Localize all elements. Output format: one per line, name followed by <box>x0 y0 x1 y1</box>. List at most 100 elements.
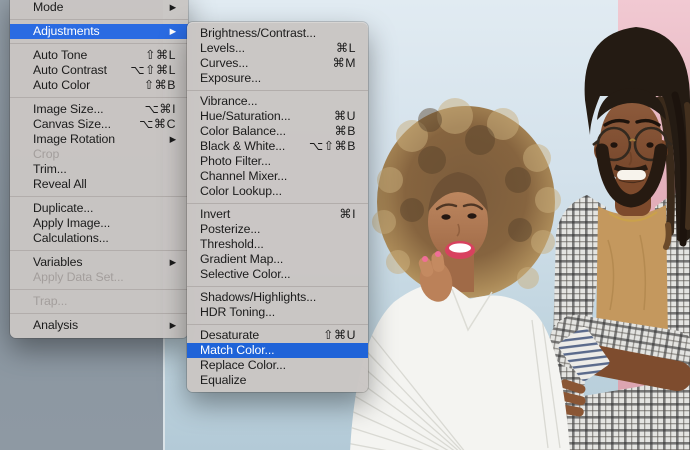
menu-item-label: Image Size... <box>33 102 104 116</box>
menu-item-hue-saturation[interactable]: Hue/Saturation... ⌘U <box>187 109 368 124</box>
menu-item-label: Black & White... <box>200 139 286 153</box>
menu-separator <box>187 285 368 287</box>
menu-item-hdr-toning[interactable]: HDR Toning... <box>187 305 368 320</box>
menu-item-analysis[interactable]: Analysis ▶ <box>10 318 188 333</box>
menu-separator <box>10 313 188 314</box>
submenu-arrow-icon: ▶ <box>169 134 177 144</box>
menu-item-label: HDR Toning... <box>200 305 276 319</box>
menu-item-shadows-highlights[interactable]: Shadows/Highlights... <box>187 290 368 305</box>
menu-item-desaturate[interactable]: Desaturate ⇧⌘U <box>187 328 368 343</box>
menu-item-label: Channel Mixer... <box>200 169 288 183</box>
menu-item-label: Crop <box>33 147 60 161</box>
menu-item-label: Photo Filter... <box>200 154 271 168</box>
menu-item-brightness-contrast[interactable]: Brightness/Contrast... <box>187 26 368 41</box>
menu-separator <box>187 323 368 325</box>
menu-item-adjustments[interactable]: Adjustments ▶ <box>10 24 188 39</box>
menu-item-shortcut: ⇧⌘U <box>323 328 356 342</box>
menu-item-image-rotation[interactable]: Image Rotation ▶ <box>10 132 188 147</box>
menu-item-label: Apply Image... <box>33 216 111 230</box>
menu-item-levels[interactable]: Levels... ⌘L <box>187 41 368 56</box>
menu-item-shortcut: ⌘L <box>335 41 356 55</box>
submenu-arrow-icon: ▶ <box>169 26 177 36</box>
man <box>549 27 690 450</box>
menu-item-label: Invert <box>200 207 231 221</box>
menu-item-shortcut: ⌥⇧⌘L <box>130 63 176 77</box>
menu-item-image-size[interactable]: Image Size... ⌥⌘I <box>10 102 188 117</box>
menu-item-shortcut: ⌥⇧⌘B <box>309 139 356 153</box>
menu-item-label: Auto Tone <box>33 48 88 62</box>
menu-item-label: Posterize... <box>200 222 261 236</box>
menu-item-auto-tone[interactable]: Auto Tone ⇧⌘L <box>10 48 188 63</box>
menu-item-label: Mode <box>33 0 64 14</box>
menu-item-auto-color[interactable]: Auto Color ⇧⌘B <box>10 78 188 93</box>
menu-item-variables[interactable]: Variables ▶ <box>10 255 188 270</box>
menu-item-selective-color[interactable]: Selective Color... <box>187 267 368 282</box>
menu-item-threshold[interactable]: Threshold... <box>187 237 368 252</box>
menu-item-auto-contrast[interactable]: Auto Contrast ⌥⇧⌘L <box>10 63 188 78</box>
menu-item-label: Duplicate... <box>33 201 94 215</box>
menu-item-shortcut: ⇧⌘L <box>145 48 176 62</box>
menu-item-label: Levels... <box>200 41 245 55</box>
man-smile <box>617 170 646 180</box>
menu-item-label: Trap... <box>33 294 68 308</box>
menu-item-calculations[interactable]: Calculations... <box>10 231 188 246</box>
menu-item-label: Adjustments <box>33 24 100 38</box>
menu-item-trim[interactable]: Trim... <box>10 162 188 177</box>
adjustments-submenu-panel: Brightness/Contrast... Levels... ⌘L Curves.… <box>187 22 368 392</box>
menu-item-apply-data-set: Apply Data Set... <box>10 270 188 285</box>
menu-item-duplicate[interactable]: Duplicate... <box>10 201 188 216</box>
menu-item-shortcut: ⌘M <box>332 56 356 70</box>
menu-item-gradient-map[interactable]: Gradient Map... <box>187 252 368 267</box>
menu-item-label: Auto Contrast <box>33 63 107 77</box>
menu-item-label: Variables <box>33 255 83 269</box>
menu-item-label: Reveal All <box>33 177 87 191</box>
menu-item-shortcut: ⌘I <box>339 207 356 221</box>
menu-item-exposure[interactable]: Exposure... <box>187 71 368 86</box>
submenu-arrow-icon: ▶ <box>169 2 177 12</box>
menu-item-invert[interactable]: Invert ⌘I <box>187 207 368 222</box>
menu-item-label: Color Balance... <box>200 124 286 138</box>
menu-item-color-lookup[interactable]: Color Lookup... <box>187 184 368 199</box>
menu-item-crop: Crop <box>10 147 188 162</box>
menu-item-apply-image[interactable]: Apply Image... <box>10 216 188 231</box>
menu-item-shortcut: ⌘U <box>333 109 356 123</box>
menu-item-curves[interactable]: Curves... ⌘M <box>187 56 368 71</box>
menu-item-shortcut: ⇧⌘B <box>143 78 176 92</box>
image-menu-panel: Mode ▶ Adjustments ▶ Auto Tone ⇧⌘L Auto Contra… <box>10 0 188 338</box>
menu-item-label: Analysis <box>33 318 78 332</box>
menu-item-channel-mixer[interactable]: Channel Mixer... <box>187 169 368 184</box>
menu-item-replace-color[interactable]: Replace Color... <box>187 358 368 373</box>
menu-item-label: Match Color... <box>200 343 275 357</box>
menu-item-shortcut: ⌥⌘C <box>139 117 176 131</box>
menu-separator <box>10 97 188 98</box>
menu-item-posterize[interactable]: Posterize... <box>187 222 368 237</box>
menu-item-match-color[interactable]: Match Color... <box>187 343 368 358</box>
menu-separator <box>10 196 188 197</box>
menu-item-label: Exposure... <box>200 71 262 85</box>
menu-item-label: Apply Data Set... <box>33 270 124 284</box>
menu-item-label: Hue/Saturation... <box>200 109 291 123</box>
menu-item-trap: Trap... <box>10 294 188 309</box>
menu-item-reveal-all[interactable]: Reveal All <box>10 177 188 192</box>
menu-item-shortcut: ⌘B <box>334 124 356 138</box>
menu-item-label: Vibrance... <box>200 94 258 108</box>
screenshot-stage: Mode ▶ Adjustments ▶ Auto Tone ⇧⌘L Auto Contra… <box>0 0 690 450</box>
menu-item-vibrance[interactable]: Vibrance... <box>187 94 368 109</box>
menu-separator <box>10 43 188 44</box>
menu-separator <box>187 202 368 204</box>
menu-item-label: Threshold... <box>200 237 264 251</box>
menu-item-mode[interactable]: Mode ▶ <box>10 0 188 15</box>
menu-item-canvas-size[interactable]: Canvas Size... ⌥⌘C <box>10 117 188 132</box>
menu-item-label: Auto Color <box>33 78 91 92</box>
menu-item-equalize[interactable]: Equalize <box>187 373 368 388</box>
menu-item-color-balance[interactable]: Color Balance... ⌘B <box>187 124 368 139</box>
menu-item-label: Curves... <box>200 56 249 70</box>
menu-item-label: Canvas Size... <box>33 117 111 131</box>
menu-separator <box>10 289 188 290</box>
menu-item-label: Replace Color... <box>200 358 286 372</box>
menu-item-label: Calculations... <box>33 231 109 245</box>
menu-item-photo-filter[interactable]: Photo Filter... <box>187 154 368 169</box>
menu-separator <box>10 250 188 251</box>
menu-item-black-white[interactable]: Black & White... ⌥⇧⌘B <box>187 139 368 154</box>
woman <box>350 98 570 450</box>
